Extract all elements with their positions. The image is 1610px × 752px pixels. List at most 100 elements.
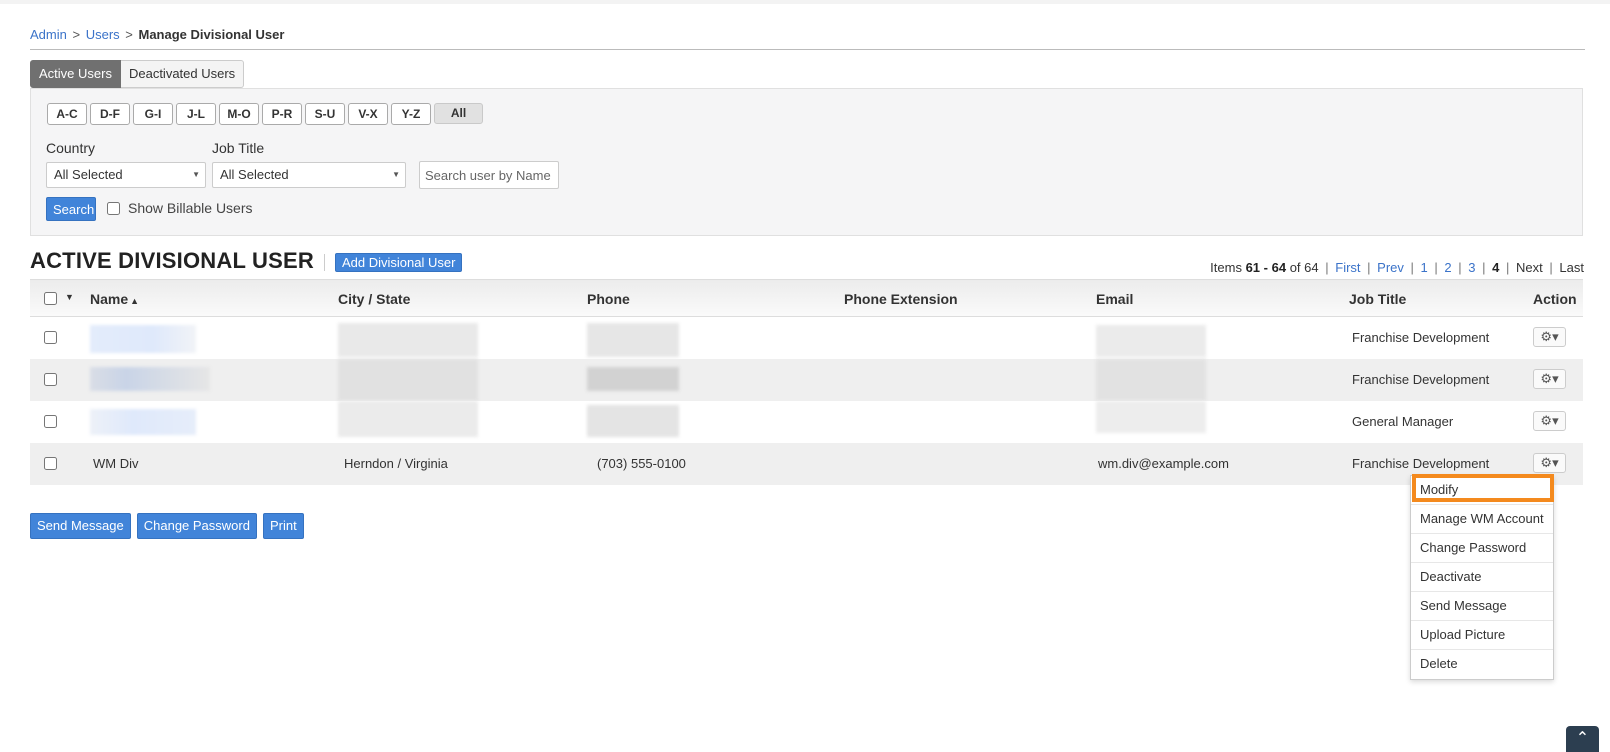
pagination-next: Next (1516, 260, 1543, 275)
row-checkbox[interactable] (44, 373, 57, 386)
action-gear-button[interactable]: ⚙▾ (1533, 411, 1566, 431)
breadcrumb-separator: > (72, 27, 81, 42)
pagination-last: Last (1559, 260, 1584, 275)
breadcrumb-current: Manage Divisional User (138, 27, 285, 42)
sort-asc-icon: ▲ (130, 296, 140, 306)
job-title-select[interactable]: All Selected ▼ (212, 162, 406, 188)
scroll-to-top-button[interactable]: ⌃ (1566, 726, 1599, 752)
menu-item-change-password[interactable]: Change Password (1411, 534, 1553, 563)
breadcrumb: Admin > Users > Manage Divisional User (30, 27, 284, 42)
add-divisional-user-button[interactable]: Add Divisional User (335, 253, 463, 272)
table-header: ▼ Name ▲ City / State Phone Phone Extensi… (30, 279, 1583, 317)
redacted-phone (587, 367, 679, 391)
tab-active-users[interactable]: Active Users (30, 60, 121, 88)
items-total: of 64 (1289, 260, 1319, 275)
menu-item-send-message[interactable]: Send Message (1411, 592, 1553, 621)
top-bar (0, 0, 1610, 4)
action-menu: Modify Manage WM Account Change Password… (1410, 475, 1554, 680)
pagination-page-3[interactable]: 3 (1468, 260, 1475, 275)
redacted-city-state (338, 401, 478, 437)
alpha-button-m-o[interactable]: M-O (219, 103, 259, 125)
alpha-button-d-f[interactable]: D-F (90, 103, 130, 125)
dropdown-arrow-icon: ▼ (392, 170, 400, 179)
alpha-button-p-r[interactable]: P-R (262, 103, 302, 125)
billable-checkbox[interactable] (107, 201, 120, 215)
menu-item-manage-wm-account[interactable]: Manage WM Account (1411, 505, 1553, 534)
alpha-button-g-i[interactable]: G-I (133, 103, 173, 125)
alpha-button-all[interactable]: All (434, 103, 483, 124)
change-password-button[interactable]: Change Password (136, 513, 257, 539)
users-table: ▼ Name ▲ City / State Phone Phone Extensi… (30, 279, 1583, 485)
send-message-button[interactable]: Send Message (30, 513, 131, 539)
dropdown-arrow-icon: ▼ (192, 170, 200, 179)
user-tabs: Active Users Deactivated Users (30, 60, 245, 88)
print-button[interactable]: Print (262, 513, 304, 539)
row-checkbox[interactable] (44, 331, 57, 344)
city-state-cell: Herndon / Virginia (344, 456, 448, 471)
menu-item-modify[interactable]: Modify (1411, 476, 1553, 505)
page-title: ACTIVE DIVISIONAL USER (30, 248, 314, 273)
pagination-prev[interactable]: Prev (1377, 260, 1404, 275)
pagination-page-1[interactable]: 1 (1421, 260, 1428, 275)
column-header-city-state[interactable]: City / State (338, 280, 410, 318)
search-button[interactable]: Search (46, 197, 96, 221)
gear-icon: ⚙ (1540, 455, 1553, 470)
action-gear-button[interactable]: ⚙▾ (1533, 369, 1566, 389)
phone-cell: (703) 555-0100 (597, 456, 686, 471)
double-chevron-up-icon: ⌃ (1575, 730, 1590, 747)
menu-item-deactivate[interactable]: Deactivate (1411, 563, 1553, 592)
country-select[interactable]: All Selected ▼ (46, 162, 206, 188)
pagination-first[interactable]: First (1335, 260, 1360, 275)
job-title-cell: General Manager (1352, 414, 1454, 429)
menu-item-upload-picture[interactable]: Upload Picture (1411, 621, 1553, 650)
email-cell: wm.div@example.com (1098, 456, 1229, 471)
column-header-name[interactable]: Name ▲ (90, 280, 139, 320)
redacted-email (1096, 401, 1206, 433)
breadcrumb-admin-link[interactable]: Admin (30, 27, 67, 42)
action-gear-button[interactable]: ⚙▾ (1533, 453, 1566, 473)
header-divider (30, 49, 1585, 50)
job-title-cell: Franchise Development (1352, 330, 1490, 345)
items-range: 61 - 64 (1245, 260, 1287, 275)
table-row: Franchise Development ⚙▾ (30, 317, 1583, 359)
gear-icon: ⚙ (1540, 413, 1553, 428)
column-header-phone-extension[interactable]: Phone Extension (844, 280, 958, 318)
title-divider (324, 254, 325, 271)
menu-item-delete[interactable]: Delete (1411, 650, 1553, 679)
table-row: WM Div Herndon / Virginia (703) 555-0100… (30, 443, 1583, 485)
country-select-value: All Selected (54, 167, 123, 182)
table-row: Franchise Development ⚙▾ (30, 359, 1583, 401)
column-header-job-title[interactable]: Job Title (1349, 280, 1406, 318)
redacted-name (90, 409, 196, 435)
job-title-cell: Franchise Development (1352, 372, 1490, 387)
redacted-email (1096, 325, 1206, 357)
billable-filter: Show Billable Users (107, 200, 253, 216)
gear-icon: ⚙ (1540, 371, 1553, 386)
search-input[interactable] (419, 161, 559, 189)
select-all-checkbox[interactable] (44, 292, 57, 305)
filter-panel: A-C D-F G-I J-L M-O P-R S-U V-X Y-Z All … (30, 88, 1583, 236)
row-checkbox[interactable] (44, 457, 57, 470)
gear-icon: ⚙ (1540, 329, 1553, 344)
job-title-label: Job Title (212, 140, 265, 156)
alpha-button-y-z[interactable]: Y-Z (391, 103, 431, 125)
action-gear-button[interactable]: ⚙▾ (1533, 327, 1566, 347)
redacted-email (1096, 359, 1206, 401)
column-header-phone[interactable]: Phone (587, 280, 630, 318)
redacted-city-state (338, 359, 478, 401)
alpha-button-v-x[interactable]: V-X (348, 103, 388, 125)
redacted-name (90, 367, 210, 391)
alpha-button-j-l[interactable]: J-L (176, 103, 216, 125)
alpha-button-s-u[interactable]: S-U (305, 103, 345, 125)
breadcrumb-users-link[interactable]: Users (86, 27, 120, 42)
redacted-phone (587, 405, 679, 437)
table-row: General Manager ⚙▾ (30, 401, 1583, 443)
pagination-page-2[interactable]: 2 (1444, 260, 1451, 275)
alpha-button-a-c[interactable]: A-C (47, 103, 87, 125)
breadcrumb-separator: > (125, 27, 133, 42)
bulk-select-caret-icon[interactable]: ▼ (65, 292, 74, 302)
tab-deactivated-users[interactable]: Deactivated Users (120, 60, 245, 88)
row-checkbox[interactable] (44, 415, 57, 428)
column-header-email[interactable]: Email (1096, 280, 1133, 318)
user-name-link[interactable]: WM Div (93, 443, 139, 485)
